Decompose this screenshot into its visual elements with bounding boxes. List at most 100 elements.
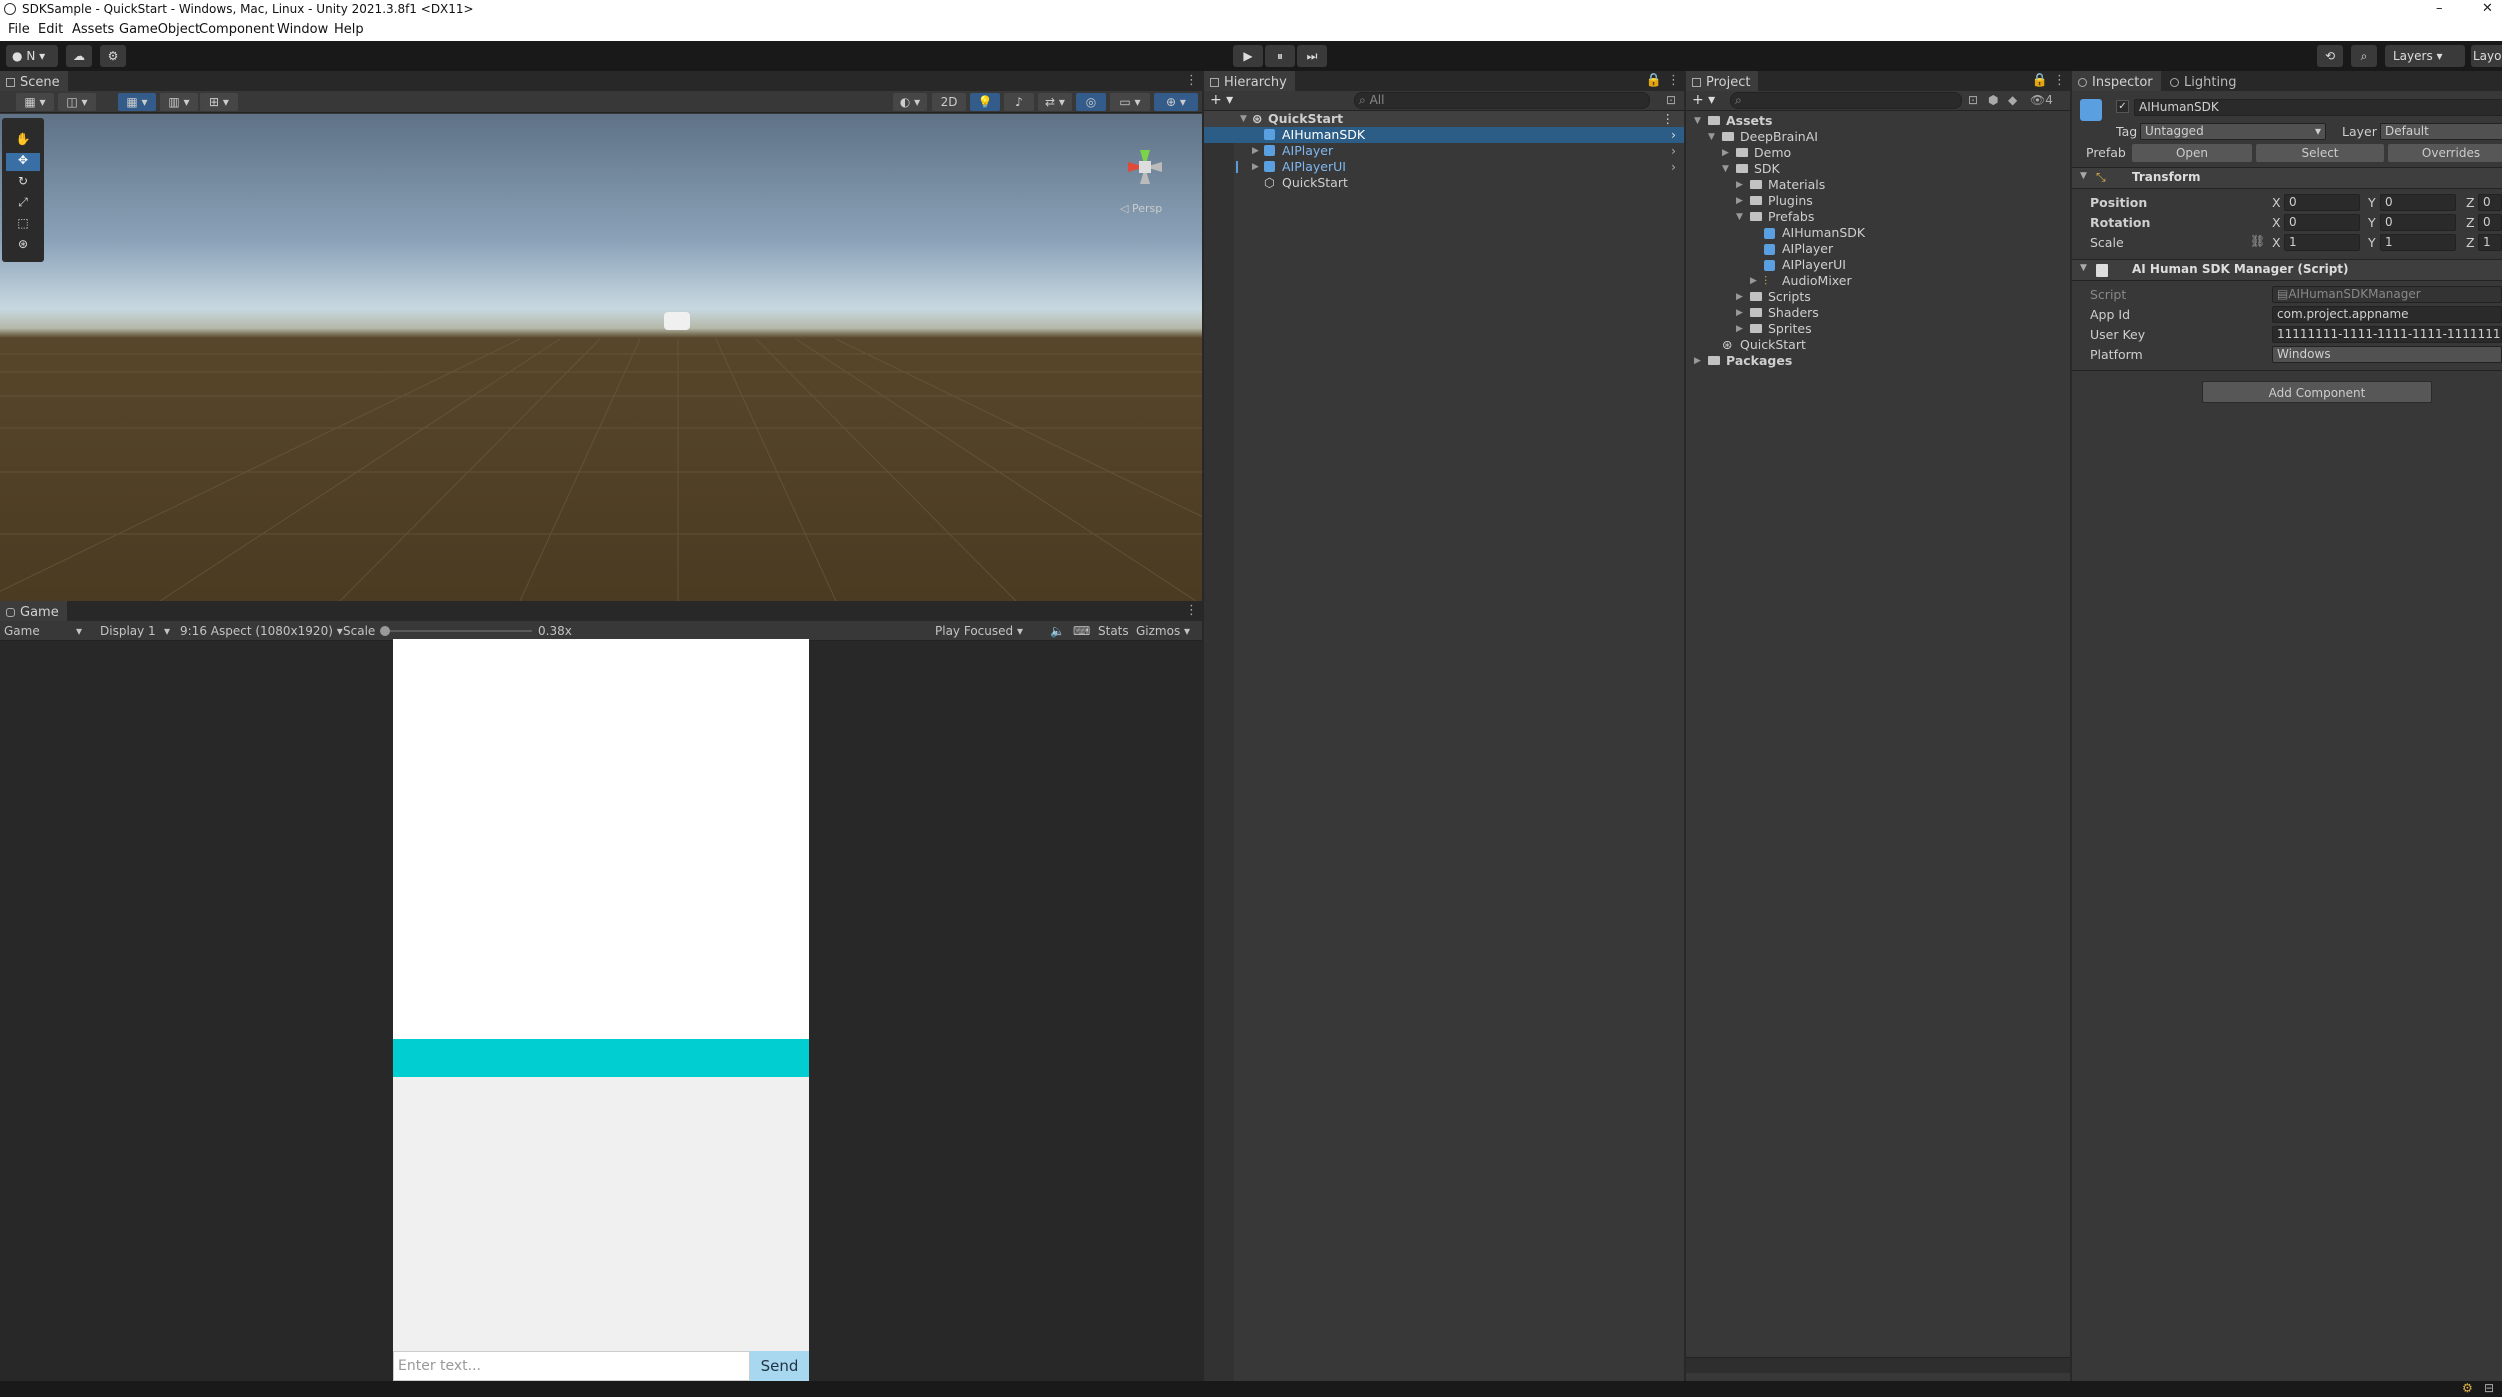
tab-scene[interactable]: Scene [0,71,68,91]
expand-arrow-icon[interactable]: ▶ [1252,159,1264,175]
play-button[interactable]: ▶ [1233,45,1263,67]
appid-field[interactable]: com.project.appname [2272,306,2502,323]
aspect-dropdown[interactable]: 9:16 Aspect (1080x1920) ▾ [180,621,343,641]
link-scale-icon[interactable]: ⛓ [2250,234,2265,248]
tab-hierarchy[interactable]: Hierarchy [1204,71,1295,91]
shading-dropdown[interactable]: ◐ ▾ [893,93,927,111]
render-mode-dropdown[interactable]: ◫ ▾ [58,93,96,111]
collapse-arrow-icon[interactable]: ▼ [2080,171,2087,181]
hidden-packages-icon[interactable]: 👁4 [2030,93,2053,107]
hierarchy-row-quickstart[interactable]: ⬡ QuickStart [1204,175,1684,191]
project-item-prefabs[interactable]: ▼ Prefabs [1686,209,2070,225]
scale-slider[interactable] [384,630,532,632]
prefab-open-icon[interactable]: › [1671,127,1676,143]
menu-component[interactable]: Component [199,18,274,41]
rotate-tool-icon[interactable]: ↻ [6,174,40,192]
search-by-label-icon[interactable]: ⬢ [1988,93,1998,107]
grid-snap-dropdown[interactable]: ▦ ▾ [118,93,156,111]
active-checkbox[interactable]: ✓ [2116,100,2129,113]
add-component-button[interactable]: Add Component [2202,381,2432,403]
project-item-shaders[interactable]: ▶ Shaders [1686,305,2070,321]
project-item-assets[interactable]: ▼ Assets [1686,113,2070,129]
expand-arrow-icon[interactable]: ▶ [1694,353,1706,369]
expand-arrow-icon[interactable]: ▶ [1736,305,1748,321]
grid-dropdown[interactable]: ▥ ▾ [160,93,198,111]
stats-button[interactable]: Stats [1098,621,1129,641]
game-menu-icon[interactable]: ⋮ [1185,603,1198,618]
effects-dropdown[interactable]: ⇄ ▾ [1038,93,1072,111]
tab-lighting[interactable]: Lighting [2164,71,2245,91]
rotation-x-field[interactable]: 0 [2284,214,2360,231]
mute-audio-icon[interactable]: 🔈 [1050,621,1065,641]
hierarchy-row-aiplayerui[interactable]: ▶ AIPlayerUI › [1204,159,1684,175]
project-item-packages[interactable]: ▶ Packages [1686,353,2070,369]
tab-inspector[interactable]: Inspector [2072,71,2161,91]
prefab-open-button[interactable]: Open [2132,144,2252,162]
increment-snap-dropdown[interactable]: ⊞ ▾ [200,93,238,111]
status-cache-icon[interactable]: ⊟ [2484,1381,2494,1395]
add-object-button[interactable]: + ▾ [1210,92,1233,108]
hierarchy-row-scene[interactable]: ▼ ⊛ QuickStart ⋮ [1204,111,1684,127]
hierarchy-row-aihumansdk[interactable]: AIHumanSDK › [1204,127,1684,143]
project-item-aiplayer[interactable]: AIPlayer [1686,241,2070,257]
menu-window[interactable]: Window [277,18,328,41]
hierarchy-menu-icon[interactable]: ⋮ [1667,73,1680,88]
scale-slider-handle[interactable] [380,626,390,636]
platform-dropdown[interactable]: Windows [2272,346,2502,363]
transform-tool-icon[interactable]: ⊛ [6,237,40,255]
expand-arrow-icon[interactable]: ▶ [1736,177,1748,193]
tab-game[interactable]: Game [0,601,67,621]
search-icon[interactable]: ⌕ [2351,45,2377,67]
favorite-icon[interactable]: ◆ [2008,93,2017,107]
move-tool-icon[interactable]: ✥ [6,153,40,171]
expand-arrow-icon[interactable]: ▶ [1722,145,1734,161]
menu-assets[interactable]: Assets [72,18,114,41]
position-x-field[interactable]: 0 [2284,194,2360,211]
step-button[interactable]: ⏭ [1297,45,1327,67]
project-item-aihumansdk[interactable]: AIHumanSDK [1686,225,2070,241]
project-item-demo[interactable]: ▶ Demo [1686,145,2070,161]
layer-dropdown[interactable]: Default [2380,123,2502,140]
script-component-header[interactable]: ▼ AI Human SDK Manager (Script) [2072,259,2502,281]
menu-gameobject[interactable]: GameObject [119,18,200,41]
scale-x-field[interactable]: 1 [2284,234,2360,251]
hierarchy-row-aiplayer[interactable]: ▶ AIPlayer › [1204,143,1684,159]
history-icon[interactable]: ⟲ [2317,45,2343,67]
camera-gizmo-icon[interactable] [664,312,690,330]
layers-dropdown[interactable]: Layers ▾ [2385,45,2465,67]
rotation-y-field[interactable]: 0 [2380,214,2456,231]
menu-edit[interactable]: Edit [38,18,63,41]
prefab-open-icon[interactable]: › [1671,159,1676,175]
project-lock-icon[interactable]: 🔒 [2032,73,2048,88]
project-item-materials[interactable]: ▶ Materials [1686,177,2070,193]
project-search-input[interactable]: ⌕ [1730,92,1962,109]
scale-y-field[interactable]: 1 [2380,234,2456,251]
project-item-scripts[interactable]: ▶ Scripts [1686,289,2070,305]
layout-dropdown[interactable]: Layo [2471,45,2502,67]
scene-visibility-icon[interactable]: ⊡ [1666,93,1676,107]
expand-arrow-icon[interactable]: ▶ [1750,273,1762,289]
audio-toggle-icon[interactable]: ♪ [1004,93,1034,111]
rotation-z-field[interactable]: 0 [2478,214,2502,231]
display-dropdown[interactable]: Display 1 ▾ [100,621,170,641]
position-y-field[interactable]: 0 [2380,194,2456,211]
expand-arrow-icon[interactable]: ▶ [1736,289,1748,305]
expand-arrow-icon[interactable]: ▼ [1722,161,1734,177]
expand-arrow-icon[interactable]: ▼ [1736,209,1748,225]
expand-arrow-icon[interactable]: ▶ [1736,321,1748,337]
object-name-field[interactable]: AIHumanSDK [2134,99,2502,116]
userkey-field[interactable]: 11111111-1111-1111-1111-111111111111 [2272,326,2502,343]
search-by-type-icon[interactable]: ⊡ [1968,93,1978,107]
prefab-select-button[interactable]: Select [2256,144,2384,162]
expand-arrow-icon[interactable]: ▶ [1252,143,1264,159]
create-asset-button[interactable]: + ▾ [1692,92,1715,108]
send-button[interactable]: Send [750,1351,809,1381]
orientation-gizmo[interactable] [1108,122,1188,212]
menu-help[interactable]: Help [334,18,364,41]
project-item-audiomixer[interactable]: ▶ ⫶ AudioMixer [1686,273,2070,289]
gizmos-dropdown[interactable]: Gizmos ▾ [1136,621,1190,641]
project-item-sprites[interactable]: ▶ Sprites [1686,321,2070,337]
prefab-overrides-dropdown[interactable]: Overrides [2388,144,2502,162]
tab-project[interactable]: Project [1686,71,1759,91]
expand-arrow-icon[interactable]: ▼ [1694,113,1706,129]
